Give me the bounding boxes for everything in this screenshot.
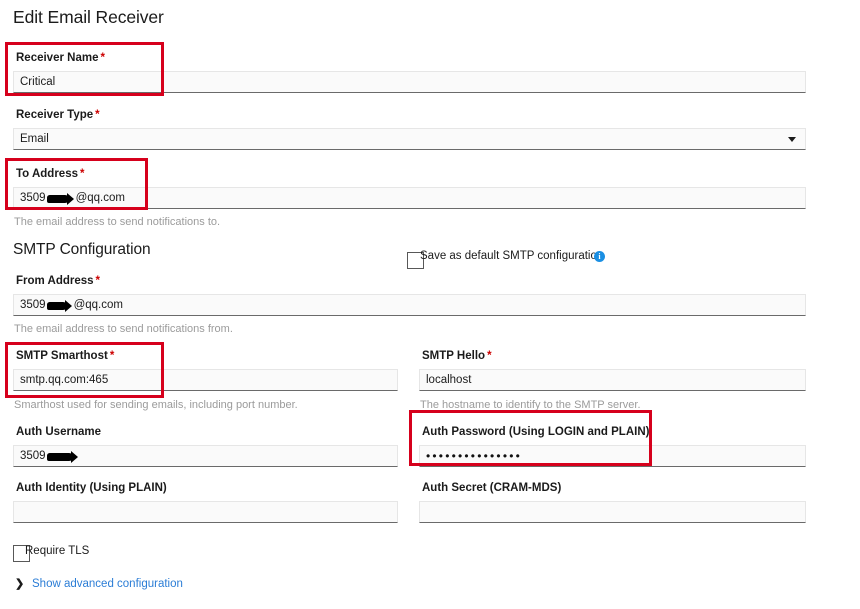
chevron-down-icon[interactable] bbox=[788, 137, 796, 142]
auth-username-value-prefix: 3509 bbox=[20, 450, 46, 462]
redaction-blob bbox=[46, 193, 74, 205]
smtp-hello-label-text: SMTP Hello bbox=[422, 350, 486, 362]
receiver-name-label-text: Receiver Name bbox=[16, 52, 99, 64]
smtp-smarthost-input[interactable]: smtp.qq.com:465 bbox=[13, 369, 398, 391]
receiver-name-required-marker: * bbox=[100, 52, 105, 64]
show-advanced-configuration-link[interactable]: Show advanced configuration bbox=[32, 578, 183, 590]
receiver-name-label: Receiver Name * bbox=[16, 52, 105, 64]
auth-username-label: Auth Username bbox=[16, 426, 101, 438]
auth-password-input[interactable]: ••••••••••••••• bbox=[419, 445, 806, 467]
auth-identity-label: Auth Identity (Using PLAIN) bbox=[16, 482, 167, 494]
to-address-value-prefix: 3509 bbox=[20, 192, 46, 204]
save-default-smtp-label: Save as default SMTP configuration bbox=[420, 250, 604, 262]
edit-email-receiver-page: Edit Email Receiver Receiver Name * Criti… bbox=[0, 0, 860, 609]
to-address-label: To Address * bbox=[16, 168, 84, 180]
from-address-help-text: The email address to send notifications … bbox=[14, 323, 233, 335]
smtp-smarthost-help-text: Smarthost used for sending emails, inclu… bbox=[14, 399, 298, 411]
auth-password-label: Auth Password (Using LOGIN and PLAIN) bbox=[422, 426, 650, 438]
smtp-hello-help-text: The hostname to identify to the SMTP ser… bbox=[420, 399, 641, 411]
smtp-hello-input[interactable]: localhost bbox=[419, 369, 806, 391]
auth-secret-label: Auth Secret (CRAM-MDS) bbox=[422, 482, 562, 494]
receiver-type-select[interactable]: Email bbox=[13, 128, 806, 150]
to-address-help-text: The email address to send notifications … bbox=[14, 216, 221, 228]
smtp-smarthost-label: SMTP Smarthost * bbox=[16, 350, 114, 362]
redaction-blob bbox=[46, 451, 78, 463]
from-address-required-marker: * bbox=[95, 275, 101, 287]
smtp-smarthost-required-marker: * bbox=[109, 350, 115, 362]
smtp-hello-required-marker: * bbox=[487, 350, 492, 362]
to-address-label-text: To Address bbox=[16, 168, 78, 180]
chevron-right-icon[interactable]: ❯ bbox=[15, 577, 24, 590]
require-tls-label: Require TLS bbox=[25, 545, 90, 557]
to-address-value-suffix: @qq.com bbox=[75, 192, 125, 204]
smtp-smarthost-label-text: SMTP Smarthost bbox=[16, 350, 108, 362]
auth-secret-input[interactable] bbox=[419, 501, 806, 523]
receiver-type-required-marker: * bbox=[95, 109, 100, 121]
receiver-type-value: Email bbox=[20, 133, 49, 145]
smtp-hello-value: localhost bbox=[426, 374, 472, 386]
from-address-input[interactable]: 3509 @qq.com bbox=[13, 294, 806, 316]
auth-identity-input[interactable] bbox=[13, 501, 398, 523]
from-address-value-prefix: 3509 bbox=[20, 299, 46, 311]
page-title: Edit Email Receiver bbox=[13, 7, 164, 27]
to-address-input[interactable]: 3509 @qq.com bbox=[13, 187, 806, 209]
smtp-hello-label: SMTP Hello * bbox=[422, 350, 492, 362]
info-icon[interactable]: i bbox=[594, 251, 605, 262]
auth-username-input[interactable]: 3509 bbox=[13, 445, 398, 467]
receiver-name-input[interactable]: Critical bbox=[13, 71, 806, 93]
from-address-label-text: From Address bbox=[16, 275, 94, 287]
smtp-configuration-heading: SMTP Configuration bbox=[13, 241, 151, 258]
receiver-type-label: Receiver Type * bbox=[16, 109, 100, 121]
smtp-smarthost-value: smtp.qq.com:465 bbox=[20, 374, 109, 386]
redaction-blob bbox=[46, 300, 72, 312]
from-address-value-suffix: @qq.com bbox=[73, 299, 123, 311]
to-address-required-marker: * bbox=[79, 168, 85, 180]
receiver-type-label-text: Receiver Type bbox=[16, 109, 94, 121]
auth-password-value: ••••••••••••••• bbox=[426, 449, 523, 463]
receiver-name-value: Critical bbox=[20, 76, 56, 88]
from-address-label: From Address * bbox=[16, 275, 100, 287]
